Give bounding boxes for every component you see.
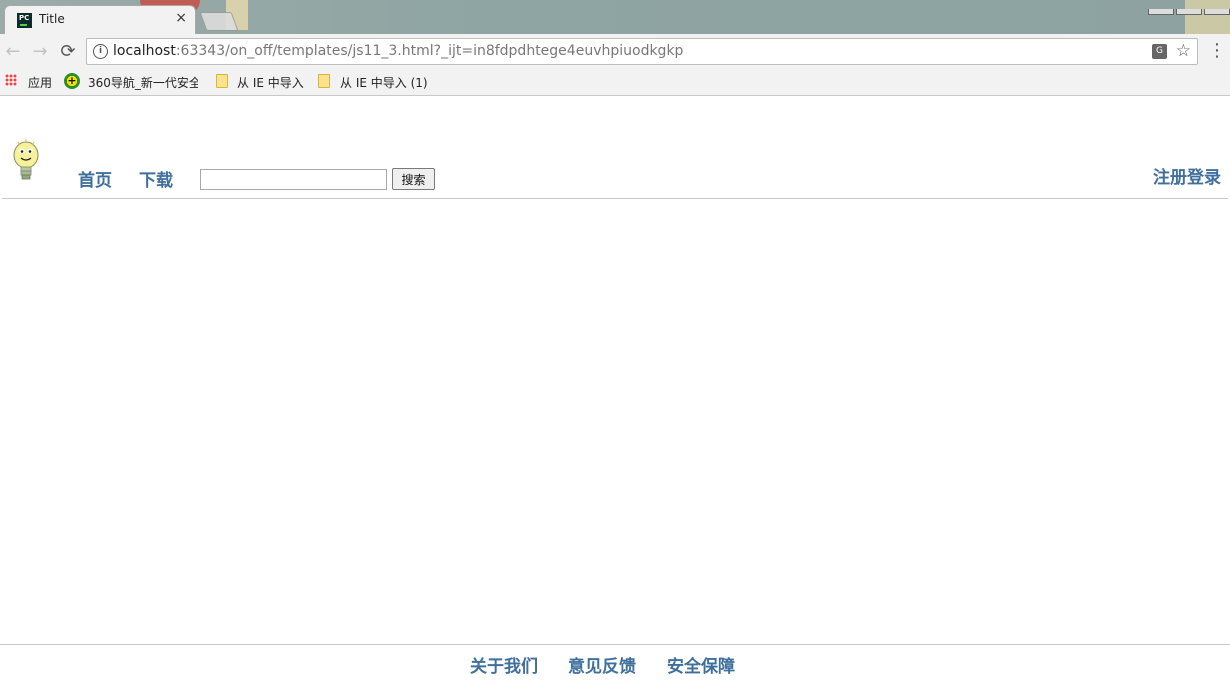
globe-360-icon: + xyxy=(64,73,80,89)
bookmark-star-icon[interactable]: ☆ xyxy=(1176,41,1191,61)
search-input[interactable] xyxy=(200,169,387,190)
bookmark-360[interactable]: 360导航_新一代安全 xyxy=(88,74,198,91)
translate-icon[interactable]: G xyxy=(1152,44,1167,59)
tab-title: Title xyxy=(39,12,65,26)
browser-tab[interactable]: PC Title × xyxy=(4,5,196,34)
forward-arrow-icon[interactable]: → xyxy=(28,40,52,64)
folder-icon xyxy=(216,74,228,88)
tab-close-icon[interactable]: × xyxy=(175,10,187,26)
footer-safety-link[interactable]: 安全保障 xyxy=(667,652,735,677)
bookmarks-bar: 应用 + 360导航_新一代安全 从 IE 中导入 从 IE 中导入 (1) xyxy=(0,70,1230,96)
address-url[interactable]: localhost:63343/on_off/templates/js11_3.… xyxy=(113,43,683,59)
footer-divider xyxy=(0,644,1230,645)
url-host: localhost xyxy=(113,43,176,59)
reload-icon[interactable]: ⟳ xyxy=(56,40,80,64)
page-content: 首页 下载 搜索 注册登录 关于我们 意见反馈 安全保障 xyxy=(0,96,1230,683)
url-path: :63343/on_off/templates/js11_3.html?_ijt… xyxy=(175,43,684,59)
register-login-link[interactable]: 注册登录 xyxy=(1153,163,1221,188)
bookmark-ie-import[interactable]: 从 IE 中导入 xyxy=(237,74,304,91)
window-controls xyxy=(1146,0,1230,15)
footer-about-link[interactable]: 关于我们 xyxy=(470,652,538,677)
new-tab-button[interactable] xyxy=(199,12,239,31)
tab-strip: PC Title × xyxy=(0,0,1230,34)
browser-toolbar: ← → ⟳ i localhost:63343/on_off/templates… xyxy=(0,34,1230,70)
maximize-button[interactable] xyxy=(1176,9,1202,15)
minimize-button[interactable] xyxy=(1148,9,1174,15)
site-info-icon[interactable]: i xyxy=(93,44,108,59)
folder-icon xyxy=(318,74,330,88)
header-divider xyxy=(2,198,1228,199)
nav-download-link[interactable]: 下载 xyxy=(139,166,173,191)
apps-grid-icon[interactable] xyxy=(5,74,17,86)
footer-feedback-link[interactable]: 意见反馈 xyxy=(568,652,636,677)
search-button[interactable]: 搜索 xyxy=(392,168,435,190)
lightbulb-mascot-icon xyxy=(13,139,39,180)
nav-home-link[interactable]: 首页 xyxy=(78,166,112,191)
pycharm-favicon-icon: PC xyxy=(17,13,32,28)
bookmark-ie-import-1[interactable]: 从 IE 中导入 (1) xyxy=(340,74,428,91)
close-window-button[interactable] xyxy=(1204,9,1230,15)
address-bar[interactable]: i localhost:63343/on_off/templates/js11_… xyxy=(86,38,1198,65)
bookmark-apps[interactable]: 应用 xyxy=(28,74,52,91)
browser-menu-icon[interactable]: ⋮ xyxy=(1208,40,1226,64)
back-arrow-icon[interactable]: ← xyxy=(1,40,25,64)
